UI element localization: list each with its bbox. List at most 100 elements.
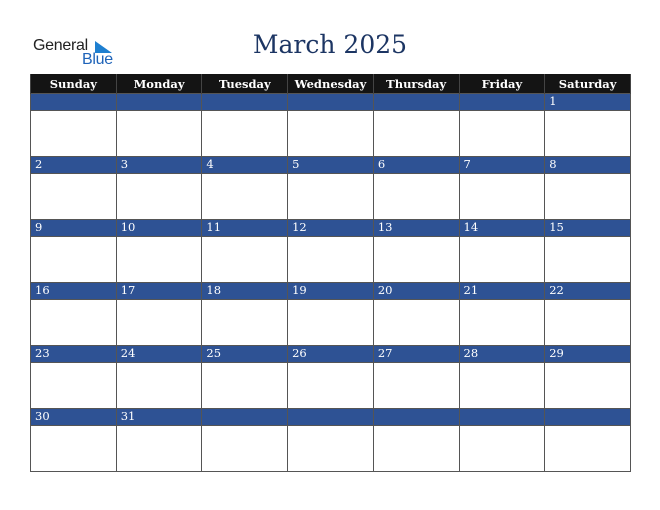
day-cell[interactable] — [115, 236, 203, 283]
day-number: 10 — [115, 219, 203, 237]
day-cell-row — [30, 110, 631, 157]
day-cell[interactable] — [544, 362, 631, 409]
weekday-header: Saturday — [544, 74, 631, 94]
date-number-row: 30 31 — [30, 408, 631, 426]
weekday-header: Thursday — [372, 74, 460, 94]
day-cell[interactable] — [201, 110, 289, 157]
day-number: 11 — [201, 219, 289, 237]
day-cell[interactable] — [458, 236, 546, 283]
day-number — [458, 408, 546, 426]
day-cell-row — [30, 236, 631, 283]
day-cell[interactable] — [458, 362, 546, 409]
day-number — [201, 408, 289, 426]
day-number: 13 — [372, 219, 460, 237]
day-cell[interactable] — [372, 425, 460, 472]
day-number — [372, 93, 460, 111]
day-cell[interactable] — [372, 173, 460, 220]
day-cell[interactable] — [458, 173, 546, 220]
day-number: 25 — [201, 345, 289, 363]
day-cell[interactable] — [30, 110, 117, 157]
day-number: 20 — [372, 282, 460, 300]
day-number: 2 — [30, 156, 117, 174]
day-number: 12 — [287, 219, 374, 237]
calendar-grid: Sunday Monday Tuesday Wednesday Thursday… — [30, 74, 631, 472]
day-cell[interactable] — [115, 173, 203, 220]
day-number — [287, 408, 374, 426]
day-cell[interactable] — [287, 425, 374, 472]
day-cell[interactable] — [30, 425, 117, 472]
day-number — [372, 408, 460, 426]
weekday-header: Tuesday — [201, 74, 289, 94]
day-cell[interactable] — [115, 299, 203, 346]
day-cell[interactable] — [115, 425, 203, 472]
day-cell[interactable] — [30, 173, 117, 220]
day-number: 28 — [458, 345, 546, 363]
day-number: 14 — [458, 219, 546, 237]
day-cell[interactable] — [30, 299, 117, 346]
day-number: 29 — [544, 345, 631, 363]
day-cell[interactable] — [458, 110, 546, 157]
day-number: 1 — [544, 93, 631, 111]
date-number-row: 2345678 — [30, 156, 631, 174]
day-cell[interactable] — [201, 362, 289, 409]
day-number: 27 — [372, 345, 460, 363]
weekday-header: Friday — [458, 74, 546, 94]
day-cell-row — [30, 425, 631, 472]
calendar-title: March 2025 — [252, 30, 408, 59]
day-number: 30 — [30, 408, 117, 426]
day-number: 8 — [544, 156, 631, 174]
day-number — [115, 93, 203, 111]
day-cell[interactable] — [201, 236, 289, 283]
day-cell[interactable] — [201, 299, 289, 346]
date-number-row: 23 24 25 26 27 28 29 — [30, 345, 631, 363]
day-cell[interactable] — [287, 173, 374, 220]
weekday-header: Wednesday — [287, 74, 374, 94]
day-number: 7 — [458, 156, 546, 174]
day-cell[interactable] — [544, 425, 631, 472]
day-number: 22 — [544, 282, 631, 300]
day-cell[interactable] — [544, 299, 631, 346]
day-number — [287, 93, 374, 111]
day-cell[interactable] — [372, 110, 460, 157]
date-number-row: 9 10 11 12 13 14 15 — [30, 219, 631, 237]
day-number: 19 — [287, 282, 374, 300]
day-number — [458, 93, 546, 111]
day-cell[interactable] — [30, 236, 117, 283]
date-number-row: 1 — [30, 93, 631, 111]
day-cell[interactable] — [372, 236, 460, 283]
weekday-header: Sunday — [30, 74, 117, 94]
day-cell[interactable] — [287, 110, 374, 157]
day-cell[interactable] — [544, 173, 631, 220]
day-number — [30, 93, 117, 111]
day-cell[interactable] — [287, 362, 374, 409]
date-number-row: 16 17 18 19 20 21 22 — [30, 282, 631, 300]
day-number: 23 — [30, 345, 117, 363]
day-cell-row — [30, 173, 631, 220]
day-cell-row — [30, 362, 631, 409]
day-number: 5 — [287, 156, 374, 174]
day-cell[interactable] — [372, 362, 460, 409]
day-cell[interactable] — [287, 236, 374, 283]
day-cell[interactable] — [458, 425, 546, 472]
day-cell[interactable] — [544, 110, 631, 157]
day-cell[interactable] — [115, 362, 203, 409]
day-cell-row — [30, 299, 631, 346]
day-cell[interactable] — [201, 173, 289, 220]
day-number: 18 — [201, 282, 289, 300]
day-cell[interactable] — [201, 425, 289, 472]
day-number: 26 — [287, 345, 374, 363]
day-cell[interactable] — [287, 299, 374, 346]
day-number — [201, 93, 289, 111]
day-number: 3 — [115, 156, 203, 174]
day-cell[interactable] — [115, 110, 203, 157]
day-cell[interactable] — [544, 236, 631, 283]
weekday-header-row: Sunday Monday Tuesday Wednesday Thursday… — [30, 74, 631, 94]
day-number: 4 — [201, 156, 289, 174]
day-number: 21 — [458, 282, 546, 300]
day-cell[interactable] — [372, 299, 460, 346]
weekday-header: Monday — [115, 74, 203, 94]
day-number — [544, 408, 631, 426]
day-cell[interactable] — [30, 362, 117, 409]
day-number: 24 — [115, 345, 203, 363]
day-cell[interactable] — [458, 299, 546, 346]
